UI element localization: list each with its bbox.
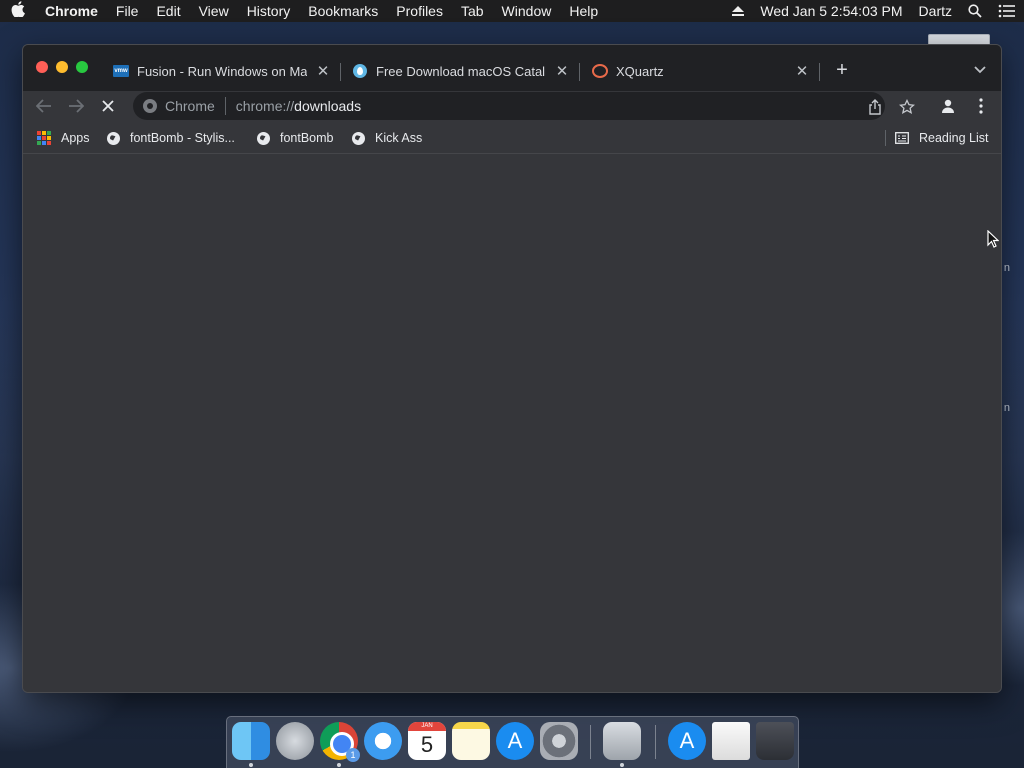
menu-profiles[interactable]: Profiles [387, 3, 452, 19]
chrome-menu-icon[interactable] [968, 93, 994, 119]
menu-help[interactable]: Help [560, 3, 607, 19]
tab-title: XQuartz [616, 63, 664, 79]
chrome-download-badge: 1 [346, 748, 360, 762]
tab-separator [340, 63, 341, 81]
running-indicator [620, 763, 624, 767]
url-scheme: chrome:// [235, 98, 295, 114]
notes-icon[interactable] [452, 722, 490, 760]
browser-window: vmw Fusion - Run Windows on Mac ✕ Free D… [22, 44, 1002, 693]
toolbar: Chrome chrome://downloads [23, 91, 1001, 121]
spotlight-search-icon[interactable] [960, 4, 990, 18]
globe-icon [106, 131, 120, 145]
bookmark-label: fontBomb [280, 131, 334, 145]
tab-close-icon[interactable]: ✕ [315, 63, 331, 80]
menu-bookmarks[interactable]: Bookmarks [299, 3, 387, 19]
chrome-logo-icon [143, 99, 157, 113]
vmware-icon: vmw [113, 63, 129, 79]
bookmark-star-icon[interactable] [899, 99, 915, 115]
tab-fusion[interactable]: vmw Fusion - Run Windows on Mac ✕ [113, 58, 331, 84]
bookmark-label: fontBomb - Stylis... [130, 131, 235, 145]
desktop-label-fragment: n [1003, 262, 1010, 274]
xquartz-icon [592, 63, 608, 79]
globe-icon [351, 131, 365, 145]
bookmark-fontbomb[interactable]: fontBomb [256, 129, 334, 147]
bookmarks-bar: Apps fontBomb - Stylis... fontBomb Kick … [23, 121, 1001, 154]
menu-app-name[interactable]: Chrome [36, 3, 107, 19]
chrome-icon[interactable]: 1 [320, 722, 360, 762]
reading-list-label: Reading List [919, 131, 989, 145]
system-preferences-icon[interactable] [540, 722, 578, 760]
trash-icon[interactable] [756, 722, 794, 760]
bookmark-apps[interactable]: Apps [37, 129, 90, 147]
drop-icon [352, 63, 368, 79]
notification-center-icon[interactable] [990, 4, 1024, 18]
menu-user[interactable]: Dartz [911, 3, 960, 19]
dock: 1 JAN 5 A A [226, 716, 799, 768]
bookmarks-separator [885, 130, 886, 146]
bookmark-fontbomb-stylish[interactable]: fontBomb - Stylis... [106, 129, 235, 147]
finder-icon[interactable] [232, 722, 270, 760]
app-store-icon[interactable]: A [496, 722, 534, 760]
back-button[interactable] [31, 93, 57, 119]
tab-separator [579, 63, 580, 81]
mouse-cursor-icon [987, 229, 1000, 253]
running-indicator [249, 763, 253, 767]
menu-window[interactable]: Window [493, 3, 561, 19]
stop-loading-button[interactable] [95, 93, 121, 119]
tab-title: Fusion - Run Windows on Mac [137, 63, 307, 79]
chip-label: Chrome [165, 98, 215, 114]
reading-list-button[interactable]: Reading List [895, 129, 989, 147]
share-icon[interactable] [867, 99, 883, 115]
menu-tab[interactable]: Tab [452, 3, 493, 19]
calendar-icon[interactable]: JAN 5 [408, 722, 446, 760]
address-bar[interactable]: Chrome chrome://downloads [133, 92, 915, 120]
window-controls [36, 61, 88, 73]
apple-menu-icon[interactable] [0, 1, 36, 21]
downloads-stack-icon[interactable] [603, 722, 641, 760]
tab-strip: vmw Fusion - Run Windows on Mac ✕ Free D… [23, 45, 1001, 91]
chrome-page-chip[interactable]: Chrome [133, 98, 215, 114]
url-host: downloads [294, 98, 362, 114]
safari-icon[interactable] [364, 722, 402, 760]
bookmark-label: Apps [61, 131, 90, 145]
apps-grid-icon [37, 131, 51, 145]
menu-edit[interactable]: Edit [147, 3, 189, 19]
bookmark-kick-ass[interactable]: Kick Ass [351, 129, 422, 147]
menu-view[interactable]: View [190, 3, 238, 19]
window-minimize-button[interactable] [56, 61, 68, 73]
page-content-area [23, 155, 1001, 692]
tab-separator [819, 63, 820, 81]
launchpad-icon[interactable] [276, 722, 314, 760]
tab-close-icon[interactable]: ✕ [794, 63, 810, 80]
documents-stack-icon[interactable] [712, 722, 750, 760]
tab-title: Free Download macOS Catalina [376, 63, 546, 79]
dock-separator [590, 725, 591, 759]
menu-bar: Chrome File Edit View History Bookmarks … [0, 0, 1024, 22]
bookmark-label: Kick Ass [375, 131, 423, 145]
calendar-month: JAN [421, 723, 433, 729]
tab-close-icon[interactable]: ✕ [554, 63, 570, 80]
globe-icon [256, 131, 270, 145]
running-indicator [337, 763, 341, 767]
profile-avatar-icon[interactable] [935, 93, 961, 119]
app-store-download-icon[interactable]: A [668, 722, 706, 760]
tab-search-chevron-icon[interactable] [971, 61, 989, 79]
dock-separator [655, 725, 656, 759]
menu-history[interactable]: History [238, 3, 300, 19]
window-close-button[interactable] [36, 61, 48, 73]
desktop-label-fragment: n [1003, 402, 1010, 414]
tab-xquartz[interactable]: XQuartz ✕ [592, 58, 810, 84]
calendar-day: 5 [420, 732, 434, 757]
window-zoom-button[interactable] [76, 61, 88, 73]
omnibox-divider [224, 97, 226, 115]
reading-list-icon [895, 131, 909, 145]
menu-clock[interactable]: Wed Jan 5 2:54:03 PM [752, 3, 910, 19]
eject-icon[interactable] [724, 5, 752, 17]
forward-button[interactable] [63, 93, 89, 119]
new-tab-button[interactable]: + [831, 59, 853, 81]
tab-macos-catalina[interactable]: Free Download macOS Catalina ✕ [352, 58, 570, 84]
menu-file[interactable]: File [107, 3, 148, 19]
